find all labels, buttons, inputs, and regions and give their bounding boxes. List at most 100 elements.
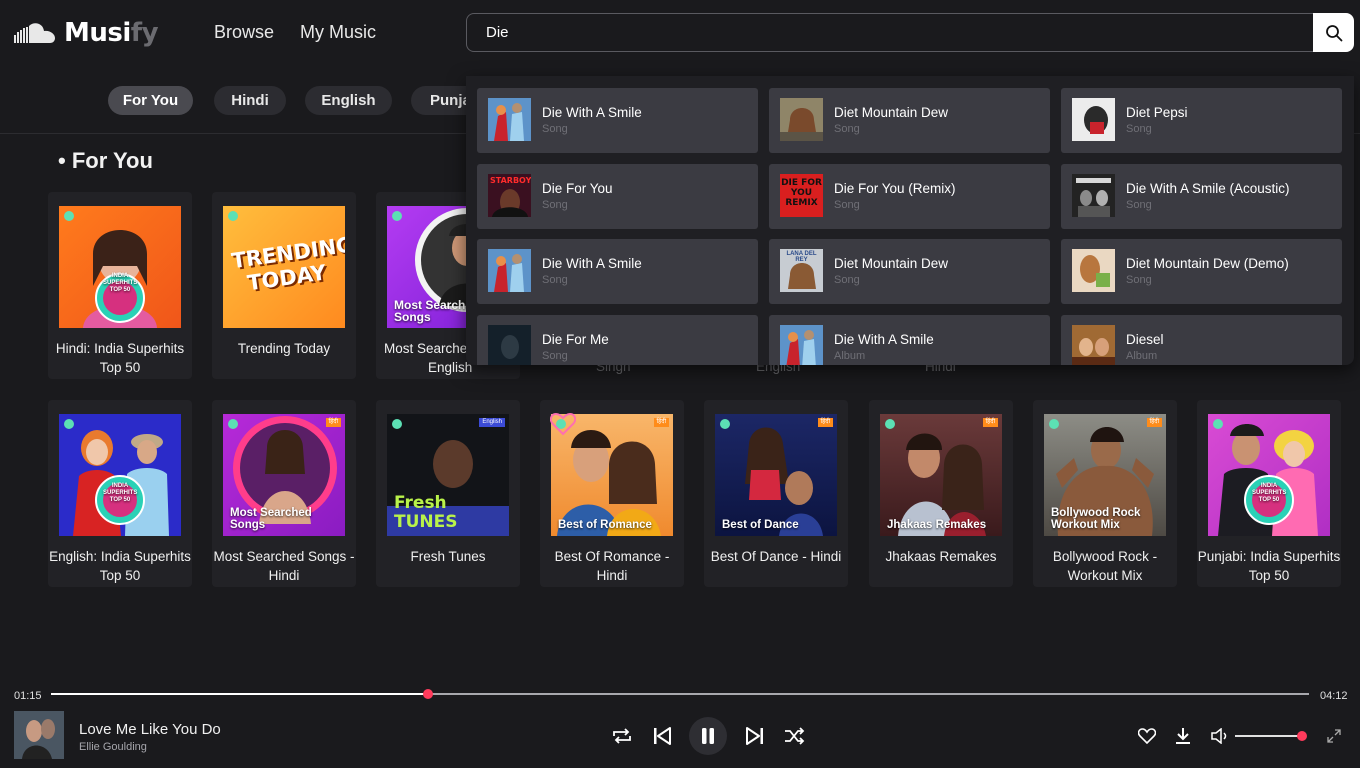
verified-icon xyxy=(720,419,730,429)
previous-button[interactable] xyxy=(650,725,674,747)
card-title: Best Of Dance - Hindi xyxy=(710,549,842,564)
language-tag: हिंदी xyxy=(982,418,998,427)
suggestion-item[interactable]: Die With A Smile Album xyxy=(769,315,1050,365)
like-button[interactable] xyxy=(1137,726,1157,746)
shuffle-button[interactable] xyxy=(783,725,807,747)
playlist-cover: हिंदी Most Searched Songs xyxy=(223,414,345,536)
playlist-card[interactable]: English Fresh TUNES Fresh Tunes xyxy=(376,400,520,587)
suggestion-title: Die For You (Remix) xyxy=(834,181,956,196)
suggestion-item[interactable]: Diesel Album xyxy=(1061,315,1342,365)
nav-browse[interactable]: Browse xyxy=(214,22,274,43)
suggestion-type: Album xyxy=(834,350,866,362)
playlist-cover: हिंदी Best of Dance xyxy=(715,414,837,536)
chip-for-you[interactable]: For You xyxy=(108,86,193,115)
progress-handle[interactable] xyxy=(423,689,434,699)
progress-bar[interactable] xyxy=(51,689,1309,699)
suggestion-item[interactable]: Die With A Smile Song xyxy=(477,239,758,304)
card-title-line2: Top 50 xyxy=(99,568,141,583)
playlist-card[interactable]: TRENDING TODAY Trending Today xyxy=(212,192,356,379)
playlist-cover: हिंदी Bollywood Rock Workout Mix xyxy=(1044,414,1166,536)
suggestion-item[interactable]: Die With A Smile (Acoustic) Song xyxy=(1061,164,1342,229)
suggestion-item[interactable]: Diet Mountain Dew Song xyxy=(769,88,1050,153)
suggestion-item[interactable]: STARBOY Die For You Song xyxy=(477,164,758,229)
suggestion-item[interactable]: Die For Me Song xyxy=(477,315,758,365)
cover-label: INDIA SUPERHITS TOP 50 xyxy=(103,273,138,293)
suggestion-type: Song xyxy=(542,199,568,211)
language-tag: हिंदी xyxy=(325,418,341,427)
verified-icon xyxy=(64,419,74,429)
search-input[interactable] xyxy=(466,13,1313,52)
card-title: Most Searched Songs - xyxy=(213,549,355,564)
download-button[interactable] xyxy=(1173,725,1193,747)
suggestion-thumbnail xyxy=(780,325,823,365)
card-title: English: India Superhits xyxy=(49,549,191,564)
card-title: Trending Today xyxy=(237,341,331,356)
now-playing-title[interactable]: Love Me Like You Do xyxy=(79,721,221,738)
repeat-icon xyxy=(613,728,631,744)
suggestion-item[interactable]: DIE FOR YOU REMIX Die For You (Remix) So… xyxy=(769,164,1050,229)
cover-label: Bollywood Rock Workout Mix xyxy=(1051,507,1141,531)
download-icon xyxy=(1176,728,1190,744)
repeat-button[interactable] xyxy=(610,725,634,747)
playlist-card[interactable]: हिंदी Most Searched Songs Most Searched … xyxy=(212,400,356,587)
chip-hindi[interactable]: Hindi xyxy=(214,86,286,115)
verified-icon xyxy=(1213,419,1223,429)
fullscreen-button[interactable] xyxy=(1325,727,1343,745)
volume-button[interactable] xyxy=(1210,726,1230,746)
playlist-card[interactable]: INDIA SUPERHITS TOP 50 English: India Su… xyxy=(48,400,192,587)
suggestion-thumbnail: STARBOY xyxy=(488,174,531,217)
volume-slider[interactable] xyxy=(1235,735,1301,737)
verified-icon xyxy=(228,211,238,221)
playlist-card[interactable]: हिंदी Best of Romance Best Of Romance - … xyxy=(540,400,684,587)
artist-image xyxy=(1218,424,1318,536)
next-button[interactable] xyxy=(743,725,767,747)
suggestion-item[interactable]: Die With A Smile Song xyxy=(477,88,758,153)
suggestion-item[interactable]: Diet Pepsi Song xyxy=(1061,88,1342,153)
suggestion-item[interactable]: LANA DEL REY Diet Mountain Dew Song xyxy=(769,239,1050,304)
suggestion-thumbnail xyxy=(780,98,823,141)
suggestion-type: Song xyxy=(1126,199,1152,211)
suggestion-thumbnail: LANA DEL REY xyxy=(780,249,823,292)
card-title: Fresh Tunes xyxy=(410,549,486,564)
playlist-cover: INDIA SUPERHITS TOP 50 xyxy=(59,414,181,536)
nav-my-music[interactable]: My Music xyxy=(300,22,376,43)
artist-image xyxy=(745,427,823,536)
playlist-card[interactable]: हिंदी Jhakaas Remakes Jhakaas Remakes xyxy=(869,400,1013,587)
verified-icon xyxy=(885,419,895,429)
chip-english[interactable]: English xyxy=(305,86,392,115)
play-pause-button[interactable] xyxy=(689,717,727,755)
shuffle-icon xyxy=(785,727,805,745)
suggestion-title: Die With A Smile xyxy=(542,256,642,271)
suggestion-item[interactable]: Diet Mountain Dew (Demo) Song xyxy=(1061,239,1342,304)
language-tag: English xyxy=(479,418,505,427)
search-button[interactable] xyxy=(1313,13,1354,52)
suggestion-title: Diet Mountain Dew xyxy=(834,105,949,120)
volume-icon xyxy=(1211,728,1227,744)
cover-label: Jhakaas Remakes xyxy=(887,519,987,531)
card-title: Bollywood Rock - xyxy=(1052,549,1158,564)
volume-handle[interactable] xyxy=(1297,731,1307,741)
playlist-card[interactable]: हिंदी Bollywood Rock Workout Mix Bollywo… xyxy=(1033,400,1177,587)
cover-label: INDIA SUPERHITS TOP 50 xyxy=(1252,483,1287,503)
suggestion-type: Song xyxy=(542,123,568,135)
suggestion-title: Diesel xyxy=(1126,332,1164,347)
skip-previous-icon xyxy=(654,727,671,745)
current-time: 01:15 xyxy=(14,690,42,702)
suggestion-type: Song xyxy=(1126,274,1152,286)
card-title: Punjabi: India Superhits xyxy=(1197,549,1341,564)
suggestion-title: Die For You xyxy=(542,181,613,196)
logo[interactable]: Musify xyxy=(14,18,159,48)
search-icon xyxy=(1325,24,1342,41)
suggestion-title: Die With A Smile (Acoustic) xyxy=(1126,181,1290,196)
card-title: Hindi: India Superhits xyxy=(55,341,185,356)
suggestion-thumbnail xyxy=(488,249,531,292)
now-playing-artist[interactable]: Ellie Goulding xyxy=(79,741,147,753)
suggestion-title: Diet Mountain Dew xyxy=(834,256,949,271)
cover-label: TRENDING TODAY xyxy=(230,232,345,296)
header: Musify Browse My Music xyxy=(0,0,1360,66)
heart-icon[interactable] xyxy=(550,412,576,436)
suggestion-type: Song xyxy=(1126,123,1152,135)
playlist-card[interactable]: INDIA SUPERHITS TOP 50 Hindi: India Supe… xyxy=(48,192,192,379)
playlist-card[interactable]: हिंदी Best of Dance Best Of Dance - Hind… xyxy=(704,400,848,587)
playlist-card[interactable]: INDIA SUPERHITS TOP 50 Punjabi: India Su… xyxy=(1197,400,1341,587)
